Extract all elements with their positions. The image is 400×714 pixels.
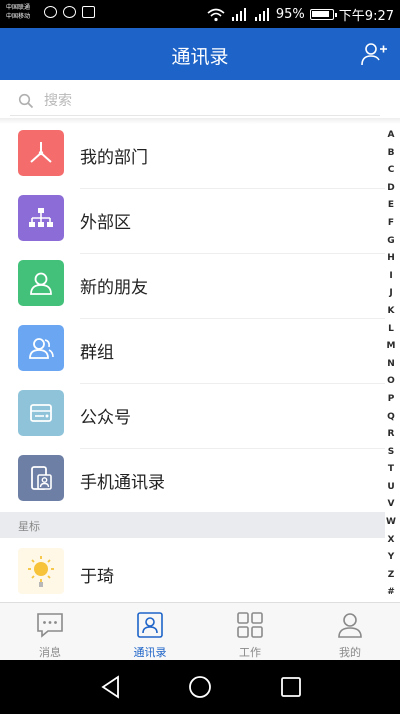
carrier-2: 中国移动 (6, 13, 31, 20)
phone-contacts-icon (18, 455, 64, 501)
message-icon (37, 613, 63, 638)
alpha-letter[interactable]: # (387, 584, 395, 602)
battery-percent: 95% (275, 7, 305, 22)
menu-item-label: 手机通讯录 (80, 473, 165, 493)
search-input[interactable] (44, 90, 364, 112)
signal-icon-1 (231, 7, 246, 21)
tab-profile[interactable]: 我的 (300, 603, 400, 660)
alpha-letter[interactable]: P (388, 391, 395, 409)
alpha-letter[interactable]: C (388, 162, 395, 180)
alpha-letter[interactable]: Y (388, 549, 395, 567)
tab-label: 我的 (339, 646, 361, 659)
section-header-starred: 星标 (0, 512, 385, 538)
contact-item[interactable]: 于琦 (0, 540, 385, 602)
menu-item-new-friends[interactable]: 新的朋友 (0, 254, 385, 319)
alpha-letter[interactable]: F (388, 215, 394, 233)
alpha-letter[interactable]: R (388, 426, 395, 444)
alpha-letter[interactable]: B (388, 145, 395, 163)
alpha-letter[interactable]: H (387, 250, 395, 268)
system-nav-bar (0, 660, 400, 714)
alpha-letter[interactable]: G (387, 233, 394, 251)
tab-label: 工作 (239, 646, 261, 659)
contacts-icon (137, 612, 163, 638)
alpha-letter[interactable]: N (387, 356, 395, 374)
apps-grid-icon (237, 612, 263, 638)
bottom-tab-bar: 消息 通讯录 工作 我的 (0, 602, 400, 660)
menu-item-label: 公众号 (80, 408, 131, 428)
clock: 下午9:27 (338, 9, 394, 24)
contact-menu-list: 我的部门 外部区 新的朋友 群组 公众号 手机通讯录 (0, 124, 385, 514)
alpha-letter[interactable]: W (386, 514, 396, 532)
menu-item-phone-contacts[interactable]: 手机通讯录 (0, 449, 385, 514)
tab-label: 消息 (39, 646, 61, 659)
alpha-letter[interactable]: U (387, 479, 394, 497)
back-button[interactable] (98, 674, 124, 700)
tab-contacts[interactable]: 通讯录 (100, 603, 200, 660)
alpha-letter[interactable]: I (389, 268, 392, 286)
signal-icon-2 (254, 7, 269, 21)
official-account-icon (18, 390, 64, 436)
app-header: 通讯录 (0, 28, 400, 80)
chat-notification-icon (63, 6, 76, 18)
status-bar: 中国联通 中国移动 95% 下午9:27 (0, 0, 400, 28)
menu-item-groups[interactable]: 群组 (0, 319, 385, 384)
carrier-info: 中国联通 中国移动 (6, 3, 30, 21)
alpha-letter[interactable]: T (388, 461, 394, 479)
add-contact-button[interactable] (360, 40, 388, 68)
menu-item-official-accounts[interactable]: 公众号 (0, 384, 385, 449)
search-icon (18, 93, 34, 109)
alpha-letter[interactable]: V (388, 496, 395, 514)
group-icon (18, 325, 64, 371)
org-chart-icon (18, 195, 64, 241)
alpha-letter[interactable]: A (388, 127, 395, 145)
tab-label: 通讯录 (133, 646, 167, 659)
alpha-letter[interactable]: D (387, 180, 394, 198)
alpha-letter[interactable]: Z (388, 567, 395, 585)
menu-item-label: 新的朋友 (80, 278, 148, 298)
image-notification-icon (82, 6, 95, 18)
contact-name: 于琦 (80, 567, 114, 587)
alpha-letter[interactable]: E (388, 197, 394, 215)
tab-work[interactable]: 工作 (200, 603, 300, 660)
department-icon (18, 130, 64, 176)
sun-avatar (18, 548, 64, 594)
menu-item-label: 群组 (80, 343, 114, 363)
alpha-letter[interactable]: O (387, 373, 395, 391)
alpha-letter[interactable]: X (388, 532, 395, 550)
profile-icon (338, 613, 362, 638)
home-button[interactable] (187, 674, 213, 700)
alpha-letter[interactable]: J (389, 285, 392, 303)
menu-item-label: 我的部门 (80, 148, 148, 168)
alpha-letter[interactable]: L (388, 321, 394, 339)
menu-item-my-department[interactable]: 我的部门 (0, 124, 385, 189)
alpha-letter[interactable]: Q (387, 409, 395, 427)
page-title: 通讯录 (171, 46, 229, 68)
wifi-icon (207, 8, 225, 21)
menu-item-label: 外部区 (80, 213, 131, 233)
recents-button[interactable] (278, 674, 304, 700)
wechat-notification-icon (44, 6, 57, 18)
alpha-letter[interactable]: K (388, 303, 395, 321)
alpha-letter[interactable]: S (388, 444, 394, 462)
menu-item-external[interactable]: 外部区 (0, 189, 385, 254)
alphabet-index[interactable]: A B C D E F G H I J K L M N O P Q R S T U V W X Y Z # (384, 127, 398, 602)
search-bar[interactable] (10, 86, 380, 116)
alpha-letter[interactable]: M (387, 338, 396, 356)
carrier-1: 中国联通 (6, 4, 31, 11)
battery-icon (309, 9, 337, 20)
section-label: 星标 (18, 520, 40, 533)
new-friend-icon (18, 260, 64, 306)
tab-messages[interactable]: 消息 (0, 603, 100, 660)
